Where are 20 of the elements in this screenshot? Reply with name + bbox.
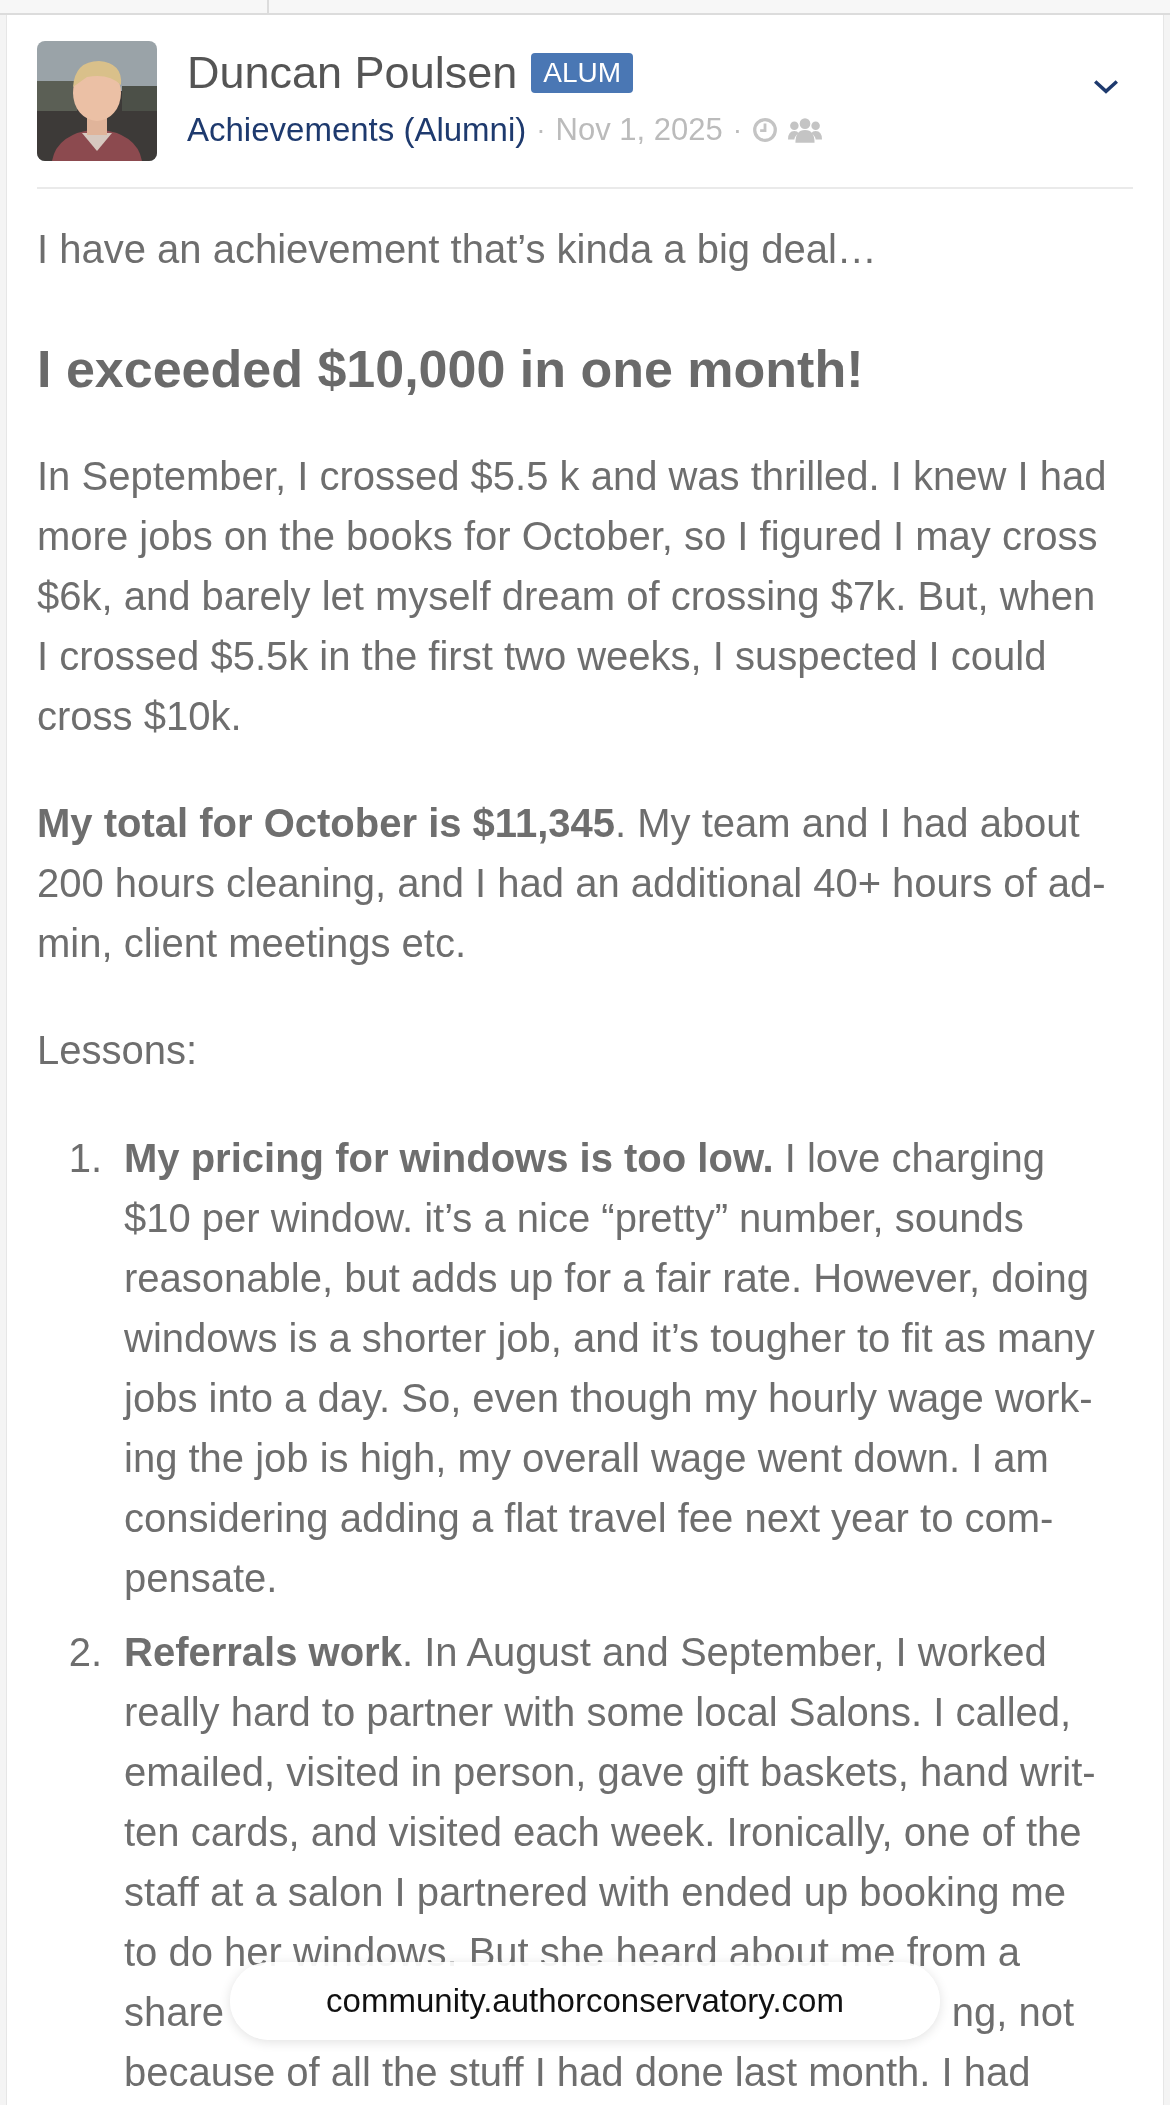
list-item-text: because of all the stuff I had done last month. I had	[124, 2049, 1032, 2096]
category-link[interactable]: Achievements (Alumni)	[187, 111, 527, 149]
text-fragment: ng, not	[951, 1989, 1074, 2036]
author-name[interactable]: Duncan Poulsen	[187, 47, 518, 99]
separator: ·	[536, 114, 546, 146]
chevron-down-icon[interactable]	[1093, 79, 1119, 95]
post-heading: I exceeded $10,000 in one month!	[37, 339, 865, 399]
text-fragment: share	[124, 1989, 225, 2036]
paragraph: My total for October is $11,345. My team and I had about 200 hours cleaning, and I had an additional 40+ hours of ad- min, client meetings etc.	[37, 800, 1107, 967]
group-icon	[788, 117, 823, 143]
list-number: 1.	[67, 1135, 103, 1182]
list-number: 2.	[67, 1629, 103, 1676]
paragraph: Lessons:	[37, 1027, 199, 1074]
list-item-text: My pricing for windows is too low. I love charging $10 per window. it’s a nice “pretty” number, sounds reasonable, but adds up for a fair rate. However, doing windows is a shorter job, and it’s tougher to fit as many jobs into a day. So, even though my hourly wage work- ing the job is high, my overall wage went down. I am considering adding a flat travel fee next year to com- pensate.	[124, 1135, 1095, 1602]
intro-text: I have an achievement that’s kinda a big deal…	[37, 226, 878, 273]
paragraph: In September, I crossed $5.5 k and was thrilled. I knew I had more jobs on the books for October, so I figured I may cross $6k, and barely let myself dream of crossing $7k. But, when I crossed $5.5k in the first two weeks, I suspected I could cross $10k.	[37, 453, 1108, 740]
role-badge: ALUM	[531, 53, 634, 93]
clock-icon	[752, 117, 779, 143]
separator: ·	[732, 114, 743, 146]
post-date: Nov 1, 2025	[555, 112, 723, 148]
